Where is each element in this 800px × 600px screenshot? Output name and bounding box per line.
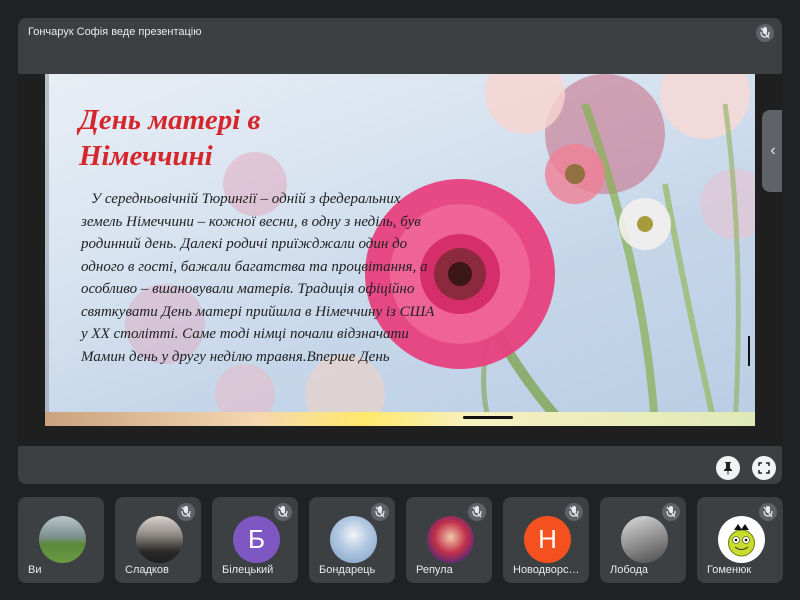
fullscreen-button[interactable] (752, 456, 776, 480)
participant-tile[interactable]: Н Новодворс… (503, 497, 589, 583)
participant-strip: Ви Сладков Б Білецький Бондарець Репула … (18, 497, 783, 583)
slide: День матері в Німеччині У середньовічній… (45, 74, 755, 426)
participant-name: Гоменюк (707, 564, 752, 576)
slide-scroll-indicator (463, 416, 513, 419)
mic-off-icon (468, 503, 486, 521)
mic-off-icon (565, 503, 583, 521)
mic-off-icon (274, 503, 292, 521)
participant-name: Новодворс… (513, 564, 580, 576)
side-panel-toggle[interactable]: ‹ (762, 110, 782, 192)
participant-name: Ви (28, 564, 42, 576)
pin-icon (724, 462, 732, 475)
avatar: Н (524, 516, 571, 563)
slide-frame: День матері в Німеччині У середньовічній… (18, 74, 782, 446)
participant-tile[interactable]: Сладков (115, 497, 201, 583)
mic-off-icon (662, 503, 680, 521)
slide-title-line1: День матері в (79, 104, 261, 136)
mic-off-icon (756, 24, 774, 42)
participant-tile[interactable]: Лобода (600, 497, 686, 583)
participant-tile[interactable]: Бондарець (309, 497, 395, 583)
slide-paragraph: У середньовічній Тюрингії – одній з феде… (81, 191, 435, 365)
avatar: Б (233, 516, 280, 563)
participant-name: Бондарець (319, 564, 376, 576)
participant-tile[interactable]: Гоменюк (697, 497, 783, 583)
cartoon-avatar-icon (728, 524, 755, 557)
participant-name: Сладков (125, 564, 169, 576)
pin-button[interactable] (716, 456, 740, 480)
participant-tile[interactable]: Ви (18, 497, 104, 583)
slide-bottom-strip (45, 412, 755, 426)
mic-off-icon (371, 503, 389, 521)
presentation-stage: Гончарук Софія веде презентацію День мат… (18, 18, 782, 484)
slide-side-scroll-indicator (748, 336, 750, 366)
avatar (39, 516, 86, 563)
participant-name: Репула (416, 564, 453, 576)
mic-off-icon (177, 503, 195, 521)
avatar (330, 516, 377, 563)
slide-left-edge (45, 74, 49, 426)
avatar (621, 516, 668, 563)
slide-title: День матері в Німеччині (79, 102, 339, 174)
participant-tile[interactable]: Б Білецький (212, 497, 298, 583)
avatar (718, 516, 765, 563)
presenter-label: Гончарук Софія веде презентацію (28, 26, 202, 38)
mic-off-icon (759, 503, 777, 521)
avatar (136, 516, 183, 563)
participant-tile[interactable]: Репула (406, 497, 492, 583)
participant-name: Лобода (610, 564, 649, 576)
participant-name: Білецький (222, 564, 274, 576)
fullscreen-icon (758, 462, 770, 474)
chevron-left-icon: ‹ (770, 142, 776, 159)
slide-title-line2: Німеччині (79, 140, 213, 172)
avatar (427, 516, 474, 563)
